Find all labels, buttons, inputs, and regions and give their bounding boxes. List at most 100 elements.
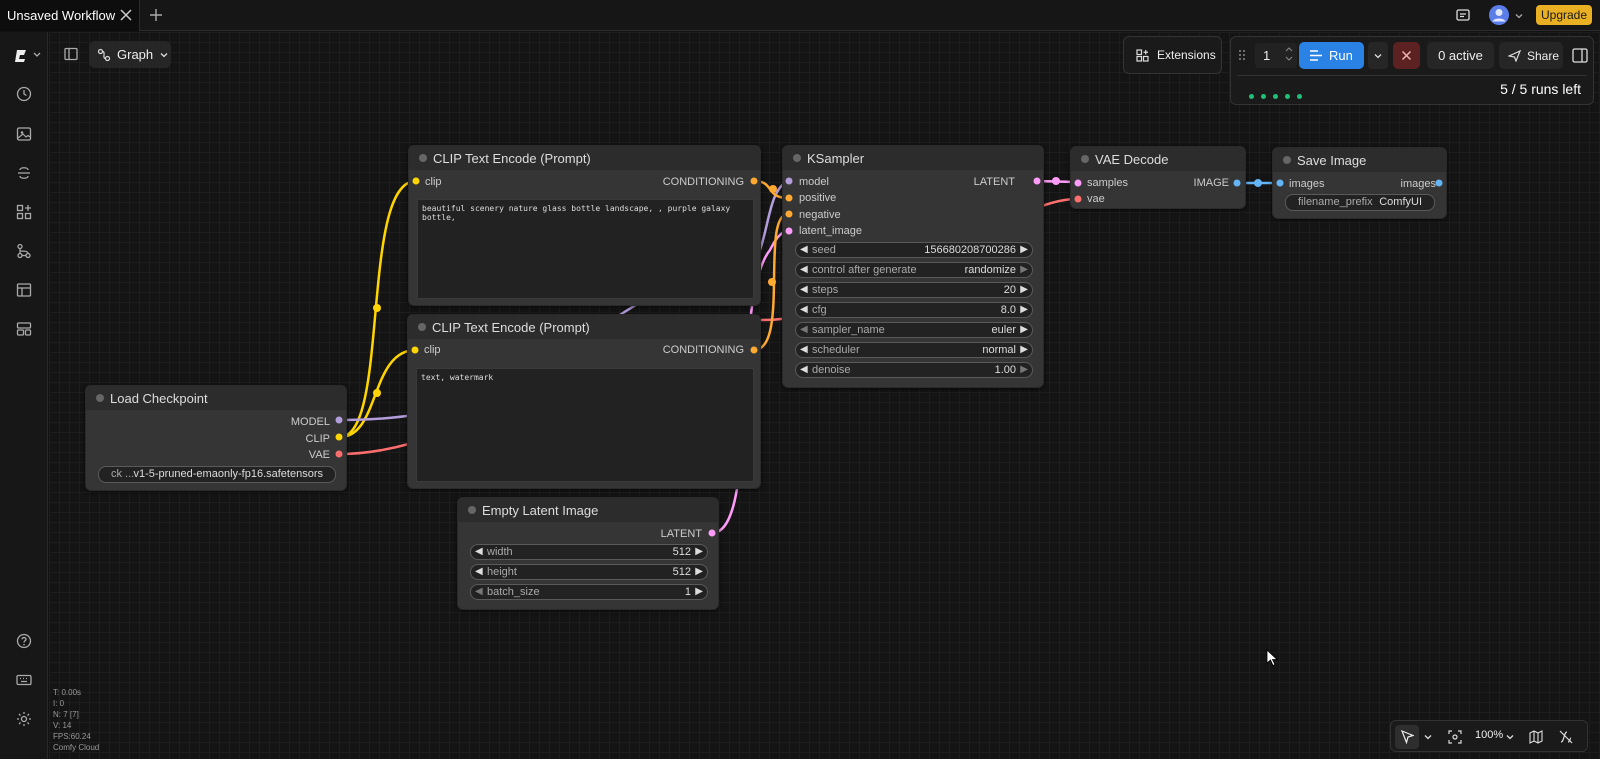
node-title-bar[interactable]: VAE Decode [1071,147,1245,171]
runs-left-text: 5 / 5 runs left [1500,81,1581,97]
graph-mode-label: Graph [117,47,154,62]
input-slot-images: images [1289,178,1325,190]
node-title-bar[interactable]: Save Image [1273,148,1446,172]
settings-gear-icon[interactable] [15,710,33,728]
plus-icon[interactable] [148,7,164,23]
load-checkpoint-node[interactable]: Load Checkpoint MODEL CLIP VAE ck ... v1-… [85,385,347,491]
right-panel-icon[interactable] [1568,42,1592,69]
collapse-dot-icon[interactable] [96,394,104,402]
input-slot-model: model [799,176,829,188]
clip-text-encode-negative-node[interactable]: CLIP Text Encode (Prompt) clip CONDITION… [407,314,761,489]
height-widget[interactable]: ◀ height 512 ▶ [470,564,708,580]
node-library-icon[interactable] [15,203,33,221]
comfy-logo-icon[interactable] [14,46,42,64]
stat-line: Comfy Cloud [53,743,100,752]
input-slot-negative: negative [799,209,841,221]
collapse-dot-icon[interactable] [418,323,426,331]
run-options-button[interactable] [1368,42,1388,69]
send-icon [1508,50,1521,62]
filename-prefix-widget[interactable]: filename_prefix ComfyUI [1285,194,1435,211]
chevron-down-icon[interactable] [1514,11,1524,21]
zoom-level[interactable]: 100% [1475,729,1503,741]
node-title-bar[interactable]: CLIP Text Encode (Prompt) [409,146,760,170]
width-widget[interactable]: ◀ width 512 ▶ [470,544,708,560]
widget-value: ComfyUI [1379,196,1422,208]
output-slot-label: images [1400,178,1436,190]
close-icon [1401,50,1412,61]
run-button[interactable]: Run [1299,42,1364,69]
share-button[interactable]: Share [1499,42,1563,69]
fit-view-icon[interactable] [1448,730,1462,744]
widget-label: filename_prefix [1298,196,1373,208]
extensions-button[interactable]: Extensions [1123,36,1222,74]
steps-widget[interactable]: ◀ steps 20 ▶ [795,282,1033,298]
batch-size-widget[interactable]: ◀ batch_size 1 ▶ [470,584,708,600]
layout-icon[interactable] [15,320,33,338]
workflows-icon[interactable] [15,242,33,260]
node-title-bar[interactable]: KSampler [783,146,1043,170]
select-tool-button[interactable] [1395,725,1419,749]
extensions-icon [1136,48,1149,62]
drag-handle-icon[interactable] [1238,49,1246,61]
upgrade-button[interactable]: Upgrade [1536,5,1592,25]
widget-value: 8.0 [1000,304,1016,316]
history-icon[interactable] [15,85,33,103]
active-queue-button[interactable]: 0 active [1427,42,1494,69]
stat-line: T: 0.00s [53,688,82,697]
control-after-generate-widget[interactable]: ◀ control after generate randomize ▶ [795,262,1033,278]
output-slot-model: MODEL [290,416,330,428]
hide-links-icon[interactable] [1559,730,1573,744]
stat-line: V: 14 [53,721,72,730]
collapse-dot-icon[interactable] [419,154,427,162]
node-title: Save Image [1297,152,1367,168]
widget-value: 512 [672,546,691,558]
clip-text-encode-positive-node[interactable]: CLIP Text Encode (Prompt) clip CONDITION… [408,145,761,306]
collapse-dot-icon[interactable] [1283,156,1291,164]
collapse-dot-icon[interactable] [793,154,801,162]
prompt-textarea[interactable]: beautiful scenery nature glass bottle la… [417,199,754,299]
vae-decode-node[interactable]: VAE Decode samples vae IMAGE [1070,146,1246,209]
input-slot-positive: positive [799,192,837,204]
keyboard-icon[interactable] [15,671,33,689]
input-slot-label: clip [425,176,442,188]
ksampler-node[interactable]: KSampler model positive negative latent_… [782,145,1044,388]
ckpt-name-widget[interactable]: ck ... v1-5-pruned-emaonly-fp16.safetenso… [98,466,336,483]
chevron-down-icon[interactable] [1505,732,1515,742]
widget-label: steps [812,284,839,296]
node-title-bar[interactable]: Load Checkpoint [86,386,346,410]
pointer-icon [1401,730,1414,744]
graph-mode-button[interactable]: Graph [89,41,171,68]
node-title-bar[interactable]: CLIP Text Encode (Prompt) [408,315,760,339]
templates-icon[interactable] [15,281,33,299]
save-image-node[interactable]: Save Image images images filename_prefix… [1272,147,1447,219]
widget-label: batch_size [487,586,540,598]
interrupt-button[interactable] [1393,42,1420,69]
avatar-icon[interactable] [1488,4,1510,26]
collapse-dot-icon[interactable] [1081,155,1089,163]
widget-label: seed [812,244,836,256]
workflow-tab[interactable]: Unsaved Workflow [0,0,140,31]
node-title-bar[interactable]: Empty Latent Image [458,498,718,522]
sampler-name-widget[interactable]: ◀ sampler_name euler ▶ [795,322,1033,338]
chevron-down-icon[interactable] [1423,732,1433,742]
widget-label: cfg [812,304,827,316]
prompt-textarea[interactable]: text, watermark [416,368,754,482]
collapse-dot-icon[interactable] [468,506,476,514]
empty-latent-image-node[interactable]: Empty Latent Image LATENT ◀ width 512 ▶ ◀ he… [457,497,719,610]
top-bar: Unsaved Workflow Upgrade [0,0,1600,31]
seed-widget[interactable]: ◀ seed 156680208700286 ▶ [795,242,1033,258]
scheduler-widget[interactable]: ◀ scheduler normal ▶ [795,342,1033,358]
cfg-widget[interactable]: ◀ cfg 8.0 ▶ [795,302,1033,318]
stat-line: N: 7 [7] [53,710,79,719]
close-icon[interactable] [119,8,133,22]
help-icon[interactable] [15,632,33,650]
chat-icon[interactable] [1455,8,1471,24]
model-library-icon[interactable] [15,164,33,182]
stepper-icon[interactable] [1285,45,1293,63]
node-title: KSampler [807,150,865,166]
image-icon[interactable] [15,125,33,143]
minimap-icon[interactable] [1529,730,1543,744]
graph-icon [97,48,111,61]
denoise-widget[interactable]: ◀ denoise 1.00 ▶ [795,362,1033,378]
toggle-panel-icon[interactable] [63,46,79,62]
